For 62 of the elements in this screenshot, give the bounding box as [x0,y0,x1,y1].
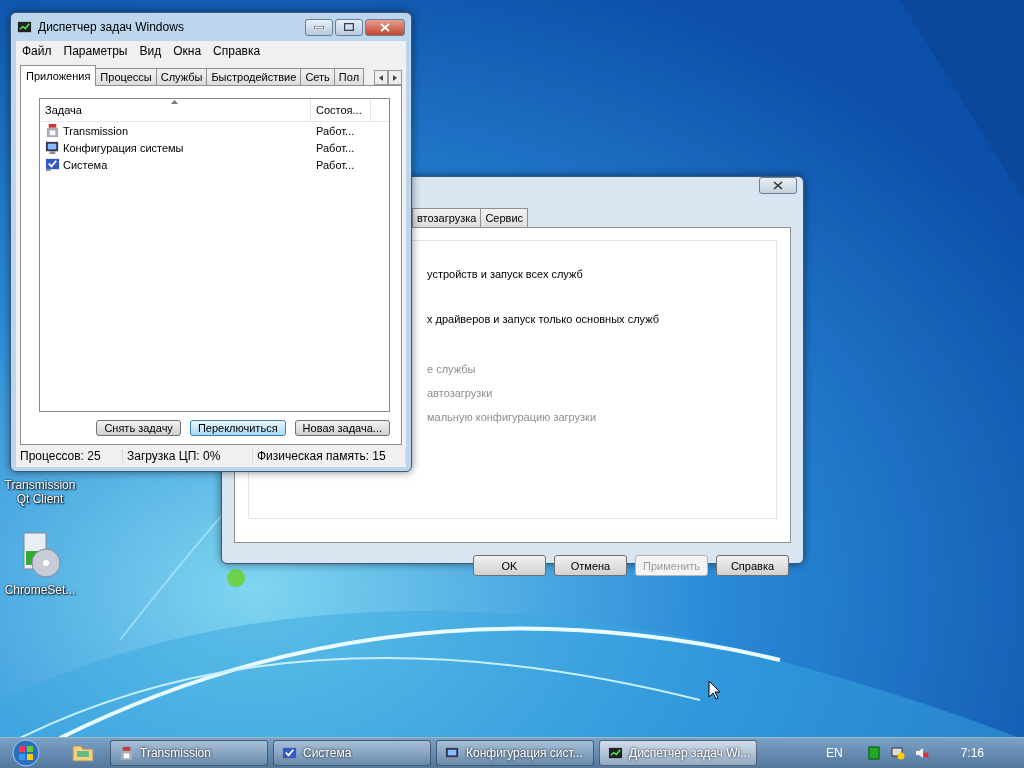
mouse-pointer-icon [708,680,721,700]
monitor-icon [45,140,60,155]
scroll-left-button[interactable] [374,70,388,85]
menu-item[interactable]: Окна [167,43,208,59]
column-header[interactable]: Состоя... [311,99,371,121]
tab[interactable]: Пол [333,68,365,85]
tab[interactable]: Быстродействие [206,68,302,85]
dialog-button[interactable]: OK [473,555,546,576]
close-button[interactable] [759,177,797,194]
option-label: автозагрузки [427,387,494,399]
menu-item[interactable]: Справка [207,43,267,59]
task-name[interactable]: Transmission [63,124,128,137]
column-header[interactable]: Задача [40,99,311,121]
monitor-icon [445,745,460,761]
start-button[interactable] [10,739,42,767]
action-button[interactable]: Снять задачу [96,420,181,436]
close-icon [773,181,783,190]
tab[interactable]: Процессы [95,68,157,85]
left-arrow-icon [379,74,383,81]
status-text: Загрузка ЦП: 0% [123,449,253,463]
task-name[interactable]: Система [63,158,108,171]
monitor-check-icon [45,157,60,172]
transmission-icon [45,123,60,138]
maximize-button[interactable] [335,18,363,36]
option-label: мальную конфигурацию загрузки [427,411,598,423]
monitor-check-icon [282,745,297,761]
action-button[interactable]: Переключиться [189,420,286,436]
minimize-button[interactable] [305,18,333,36]
monitor-chart-icon [17,19,32,35]
action-button[interactable]: Новая задача... [294,420,390,436]
tab[interactable]: Службы [155,68,208,85]
status-text: Процессов: 25 [16,449,123,463]
task-name[interactable]: Конфигурация системы [63,141,184,154]
clock[interactable]: 7:16 [960,746,984,760]
scroll-right-button[interactable] [388,70,402,85]
sort-caret-icon [171,100,178,104]
menu-item[interactable]: Файл [16,43,58,59]
task-status: Работ... [315,158,356,171]
option-label: е службы [427,363,477,375]
close-icon [380,22,390,32]
menu-item[interactable]: Параметры [57,43,134,59]
folder-icon[interactable] [70,742,96,764]
tab[interactable]: Сервис [480,208,529,227]
dialog-button[interactable]: Справка [716,555,789,576]
restore-icon [344,23,354,31]
window-title: Диспетчер задач Windows [38,20,185,34]
muted-speaker-icon[interactable] [914,746,929,760]
right-arrow-icon [393,74,397,81]
tab[interactable]: Сеть [300,68,335,85]
minimize-icon [314,25,324,29]
monitor-chart-icon [608,745,623,761]
dialog-button[interactable]: Отмена [554,555,627,576]
task-status: Работ... [315,141,356,154]
option-label: х драйверов и запуск только основных служб [427,313,660,325]
menu-item[interactable]: Вид [133,43,168,59]
tab[interactable]: Приложения [20,65,97,86]
status-text: Физическая память: 15 [253,449,406,463]
tab[interactable]: втозагрузка [412,208,482,227]
close-button[interactable] [365,18,405,36]
task-status: Работ... [315,124,356,137]
option-label: устройств и запуск всех служб [427,268,584,280]
transmission-icon [119,745,134,761]
